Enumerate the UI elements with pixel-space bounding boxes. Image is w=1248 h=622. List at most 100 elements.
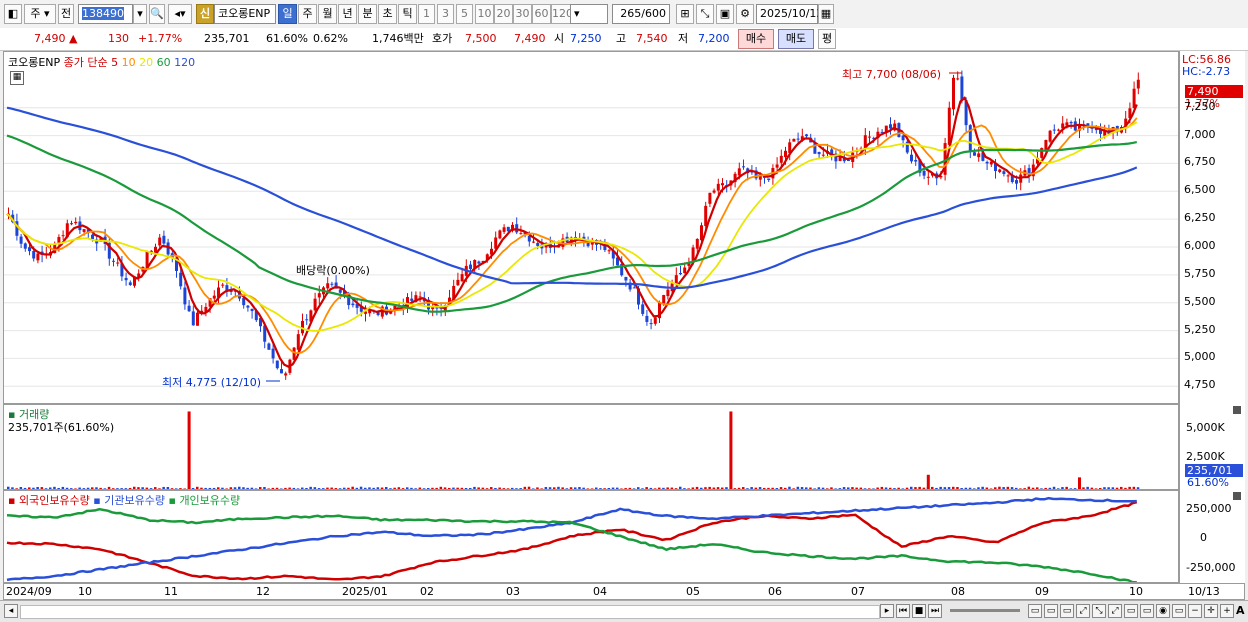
period-button-2[interactable]: 월 — [318, 4, 337, 24]
price-chart-svg[interactable] — [4, 52, 1178, 403]
holding-y-axis: 250,000 0 -250,000 — [1179, 490, 1245, 583]
number-button-10[interactable]: 10 — [475, 4, 494, 24]
minus-icon[interactable]: − — [1188, 604, 1202, 618]
layout-icon-2[interactable]: ▭ — [1044, 604, 1058, 618]
plus-icon[interactable]: + — [1220, 604, 1234, 618]
period-button-0[interactable]: 일 — [278, 4, 297, 24]
period-value: 주 — [30, 7, 41, 20]
ma-line-60 — [6, 134, 1138, 313]
table-icon[interactable]: ▦ — [10, 71, 24, 85]
number-button-60[interactable]: 60 — [532, 4, 551, 24]
ma-line-10 — [6, 117, 1138, 355]
count-field[interactable]: 265/600 — [612, 4, 670, 24]
candle-body — [28, 247, 31, 252]
price-tick-6500: 6,500 — [1184, 183, 1216, 197]
zoom-out-bar-icon[interactable]: ▭ — [1172, 604, 1186, 618]
candle-body — [632, 287, 636, 289]
volume-bar — [1111, 487, 1115, 489]
number-button-1[interactable]: 1 — [418, 4, 435, 24]
volume-bar — [813, 488, 816, 489]
blank-select[interactable]: ▾ — [570, 4, 608, 24]
candle-body — [74, 221, 78, 224]
text-tool-icon[interactable]: A — [1236, 604, 1245, 617]
scrollbar-track[interactable] — [20, 605, 880, 619]
rewind-icon[interactable]: ⏮ — [896, 604, 910, 618]
holding-panel[interactable]: ▪ 외국인보유수량 ▪ 기관보유수량 ▪ 개인보유수량 — [3, 490, 1179, 583]
layout-icon-3[interactable]: ▭ — [1060, 604, 1074, 618]
current-price: 7,490 ▲ — [34, 32, 78, 45]
period-select[interactable]: 주 ▾ — [24, 4, 56, 24]
volume-bar — [569, 487, 573, 489]
holding-close-icon[interactable] — [1233, 492, 1241, 500]
volume-bar — [284, 487, 287, 489]
save-icon[interactable]: ▣ — [716, 4, 734, 24]
volume-bar — [82, 488, 86, 489]
gear-icon[interactable]: ⚙ — [736, 4, 754, 24]
number-button-3[interactable]: 3 — [437, 4, 454, 24]
x-label-14: 10/13 — [1188, 585, 1220, 598]
chart-tool-icon[interactable]: ⊞ — [676, 4, 694, 24]
camera-icon[interactable]: ◉ — [1156, 604, 1170, 618]
volume-bar — [490, 487, 493, 489]
low-annotation: 최저 4,775 (12/10) — [162, 376, 262, 389]
period-button-4[interactable]: 분 — [358, 4, 377, 24]
volume-chart-svg[interactable] — [4, 405, 1178, 489]
zoom-slider[interactable] — [950, 609, 1020, 612]
scroll-left-icon[interactable]: ◂ — [4, 604, 18, 618]
volume-bar — [301, 487, 304, 489]
volume-bar — [1082, 487, 1085, 489]
volume-bar — [800, 487, 804, 489]
volume-bar — [439, 486, 443, 489]
volume-bar — [397, 487, 401, 489]
cross-icon[interactable]: ✛ — [1204, 604, 1218, 618]
stop-icon[interactable]: ■ — [912, 604, 926, 618]
window-icon[interactable]: ◧ — [4, 4, 22, 24]
code-input[interactable]: 138490 — [78, 4, 133, 24]
period-button-1[interactable]: 주 — [298, 4, 317, 24]
number-button-5[interactable]: 5 — [456, 4, 473, 24]
calendar-icon[interactable]: ▦ — [818, 4, 834, 24]
period-button-5[interactable]: 초 — [378, 4, 397, 24]
candle-body — [956, 78, 960, 80]
volume-bar — [981, 486, 984, 489]
period-button-6[interactable]: 틱 — [398, 4, 417, 24]
candle-body — [742, 166, 745, 168]
candle-body — [973, 152, 976, 156]
period-button-3[interactable]: 년 — [338, 4, 357, 24]
print-icon[interactable]: ▭ — [1140, 604, 1154, 618]
top-toolbar: ◧ 주 ▾ 전 138490 ▾ 🔍 ◂▾ 신 코오롱ENP 일주월년분초틱 1… — [0, 0, 1248, 29]
eval-button[interactable]: 평 — [818, 29, 836, 49]
mode-button[interactable]: 전 — [58, 4, 74, 24]
draw-tool-icon[interactable]: ⤡ — [696, 4, 714, 24]
scroll-right-icon[interactable]: ▸ — [880, 604, 894, 618]
date-field[interactable]: 2025/10/13 — [756, 4, 823, 24]
volume-panel[interactable]: ▪ 거래량 235,701주(61.60%) — [3, 404, 1179, 490]
volume-bar — [406, 487, 409, 489]
code-dropdown-icon[interactable]: ▾ — [133, 4, 147, 24]
price-tick-6750: 6,750 — [1184, 155, 1216, 169]
price-chart-panel[interactable]: 코오롱ENP 종가 단순 5 10 20 60 120 ▦ 최고 7,700 (… — [3, 51, 1179, 404]
volume-bar — [582, 487, 585, 489]
volume-bar — [175, 488, 178, 489]
volume-bar — [876, 487, 879, 489]
sell-button[interactable]: 매도 — [778, 29, 814, 49]
number-button-20[interactable]: 20 — [494, 4, 513, 24]
candle-body — [70, 223, 73, 225]
draw-line-icon[interactable]: ⤢ — [1076, 604, 1090, 618]
candle-body — [695, 238, 699, 249]
layout-icon-1[interactable]: ▭ — [1028, 604, 1042, 618]
speaker-icon[interactable]: ◂▾ — [168, 4, 192, 24]
stock-name-field[interactable]: 코오롱ENP — [214, 4, 276, 24]
ask-price-2: 7,490 — [514, 32, 546, 45]
volume-bar — [107, 486, 111, 489]
panel-close-icon[interactable] — [1233, 406, 1241, 414]
forward-icon[interactable]: ⏭ — [928, 604, 942, 618]
draw-tool-icon-2[interactable]: ⤢ — [1108, 604, 1122, 618]
copy-icon[interactable]: ▭ — [1124, 604, 1138, 618]
number-button-30[interactable]: 30 — [513, 4, 532, 24]
search-icon[interactable]: 🔍 — [149, 4, 165, 24]
buy-button[interactable]: 매수 — [738, 29, 774, 49]
candle-body — [128, 282, 132, 285]
draw-arrow-icon[interactable]: ⤡ — [1092, 604, 1106, 618]
volume-bar — [385, 487, 388, 489]
